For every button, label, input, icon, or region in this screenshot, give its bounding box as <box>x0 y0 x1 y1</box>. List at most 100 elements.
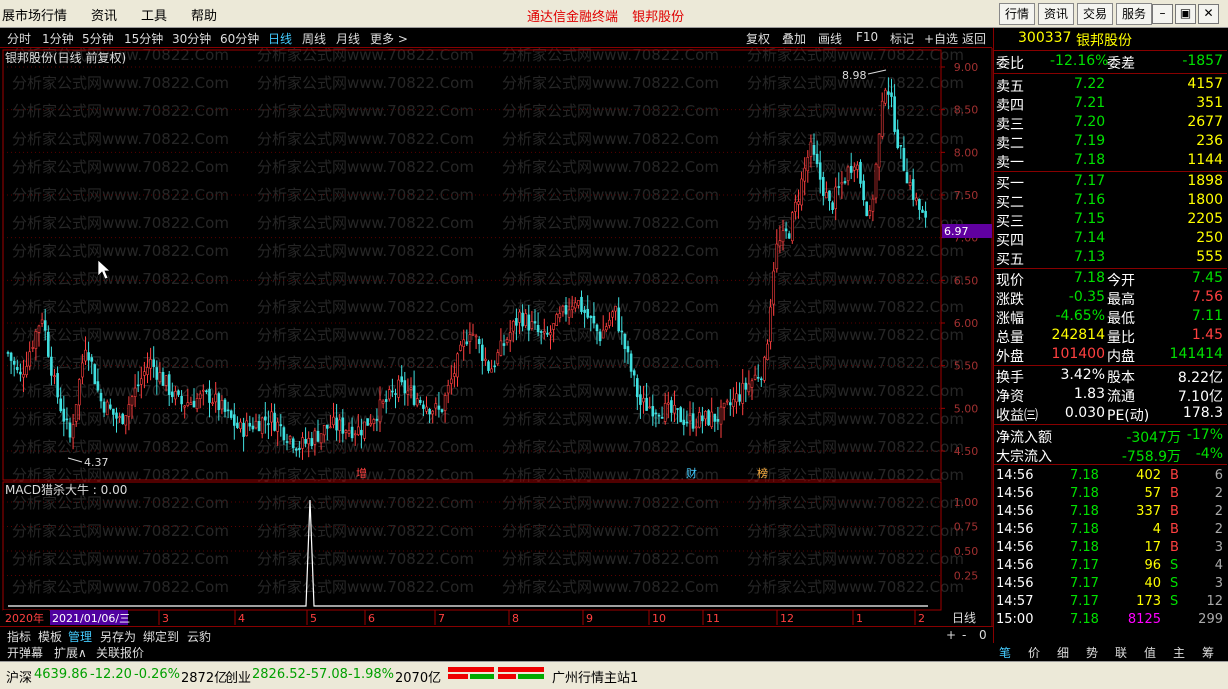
watermark-text: 分析家公式网www.70822.Com <box>502 74 719 92</box>
adjust-button[interactable]: 复权 <box>746 30 770 47</box>
candle-body <box>800 178 803 206</box>
detail-tab[interactable]: 势 <box>1086 644 1098 661</box>
minimize-icon[interactable]: – <box>1152 4 1173 24</box>
watermark-text: 分析家公式网www.70822.Com <box>12 354 229 372</box>
menu-market[interactable]: 展市场行情 <box>2 5 67 24</box>
watermark-text: 分析家公式网www.70822.Com <box>12 74 229 92</box>
detail-tab[interactable]: 联 <box>1115 644 1127 661</box>
candle-body <box>164 375 168 386</box>
candle-body <box>192 400 196 408</box>
watermark-text: 分析家公式网www.70822.Com <box>747 102 964 120</box>
candle-body <box>515 318 518 326</box>
zoom-in-button[interactable]: + <box>946 628 956 642</box>
menu-tools[interactable]: 工具 <box>141 5 167 24</box>
candle-body <box>363 421 366 439</box>
candle-body <box>282 427 286 441</box>
chart-caption: 银邦股份(日线 前复权) <box>5 50 126 65</box>
event-marker-list[interactable]: 榜 <box>757 466 768 480</box>
buy-level-row: 买五 7.13 555 <box>994 249 1227 268</box>
watermark-text: 分析家公式网www.70822.Com <box>747 382 964 400</box>
period-tab[interactable]: 1分钟 <box>42 30 74 47</box>
detail-tab[interactable]: 笔 <box>999 644 1011 661</box>
period-tab[interactable]: 分时 <box>7 30 31 47</box>
kline-chart[interactable]: 分析家公式网www.70822.Com 分析家公式网www.70822.Com 分析… <box>0 48 993 628</box>
f10-button[interactable]: F10 <box>856 30 878 44</box>
more-periods[interactable]: 更多 > <box>370 30 408 47</box>
maximize-icon[interactable]: ▣ <box>1175 4 1196 24</box>
watermark-text: 分析家公式网www.70822.Com <box>747 550 964 568</box>
tick-row: 14:56 7.17 40 S 3 <box>994 576 1227 595</box>
watermark-text: 分析家公式网www.70822.Com <box>12 242 229 260</box>
event-marker-finance[interactable]: 财 <box>686 466 697 480</box>
detail-tab[interactable]: 筹 <box>1202 644 1214 661</box>
scale-label[interactable]: 日线 <box>952 611 976 625</box>
flow-value: -3047万 <box>1126 430 1181 446</box>
detail-tab[interactable]: 主 <box>1173 644 1185 661</box>
server-name[interactable]: 广州行情主站1 <box>552 667 638 686</box>
candle-body <box>899 144 903 147</box>
stat-value: -4.65% <box>1055 308 1105 324</box>
candle-body <box>484 358 487 361</box>
add-watchlist-button[interactable]: +自选 <box>924 30 958 47</box>
quotes-button[interactable]: 行情 <box>998 3 1035 25</box>
news-button[interactable]: 资讯 <box>1037 3 1074 25</box>
candle-body <box>270 411 273 423</box>
mark-button[interactable]: 标记 <box>890 30 914 47</box>
candle-body <box>586 309 590 318</box>
detail-tab[interactable]: 价 <box>1028 644 1040 661</box>
watermark-text: 分析家公式网www.70822.Com <box>257 186 474 204</box>
tick-volume: 402 <box>1136 468 1161 483</box>
back-button[interactable]: 返回 <box>962 30 986 47</box>
period-tab-active[interactable]: 日线 <box>268 30 292 47</box>
overlay-button[interactable]: 叠加 <box>782 30 806 47</box>
tick-count: 12 <box>1206 594 1223 609</box>
main-menu: 展市场行情 资讯 工具 帮助 <box>0 0 241 28</box>
close-icon[interactable]: ✕ <box>1198 4 1219 24</box>
sh-index: 4639.86 <box>34 667 88 682</box>
stat-row: 涨跌 -0.35 最高 7.56 <box>994 289 1227 308</box>
event-marker-increase[interactable]: 增 <box>356 466 367 480</box>
menu-news[interactable]: 资讯 <box>91 5 117 24</box>
candle-body <box>620 330 624 333</box>
draw-line-button[interactable]: 画线 <box>818 30 842 47</box>
candle-body <box>195 398 199 409</box>
candle-body <box>25 366 28 376</box>
tick-count: 6 <box>1214 468 1223 483</box>
zoom-out-button[interactable]: - <box>962 628 966 642</box>
tick-row: 14:57 7.17 173 S 12 <box>994 594 1227 613</box>
period-tab[interactable]: 15分钟 <box>124 30 163 47</box>
period-tab[interactable]: 30分钟 <box>172 30 211 47</box>
detail-tab[interactable]: 值 <box>1144 644 1156 661</box>
stat-value: -0.35 <box>1068 289 1105 305</box>
detail-tab[interactable]: 细 <box>1057 644 1069 661</box>
danmaku-toggle[interactable]: 开弹幕 <box>7 644 43 661</box>
candle-body <box>338 419 342 431</box>
watermark-text: 分析家公式网www.70822.Com <box>747 438 964 456</box>
linked-quote-button[interactable]: 关联报价 <box>96 644 144 661</box>
month-tick: 8 <box>512 612 519 625</box>
period-tab[interactable]: 月线 <box>336 30 360 47</box>
expand-button[interactable]: 扩展∧ <box>54 644 87 661</box>
level-volume: 4157 <box>1187 76 1223 92</box>
candle-body <box>177 390 180 395</box>
trade-button[interactable]: 交易 <box>1076 3 1113 25</box>
period-tab[interactable]: 周线 <box>302 30 326 47</box>
candle-body <box>279 424 283 427</box>
macd-tick: 0.25 <box>954 570 979 583</box>
candle-body <box>803 167 807 182</box>
service-button[interactable]: 服务 <box>1115 3 1152 25</box>
candle-body <box>710 411 714 428</box>
watermark-text: 分析家公式网www.70822.Com <box>747 270 964 288</box>
level-price: 7.13 <box>1074 249 1106 265</box>
zoom-reset-button[interactable]: 0 <box>979 628 987 642</box>
candle-body <box>533 321 537 324</box>
candle-body <box>598 331 602 342</box>
candle-body <box>406 390 410 395</box>
menu-help[interactable]: 帮助 <box>191 5 217 24</box>
stat-value: 242814 <box>1051 327 1105 343</box>
period-tab[interactable]: 5分钟 <box>82 30 114 47</box>
period-tab[interactable]: 60分钟 <box>220 30 259 47</box>
buy-level-row: 买二 7.16 1800 <box>994 192 1227 211</box>
stock-title: 银邦股份 <box>632 10 685 25</box>
candle-body <box>443 395 447 411</box>
